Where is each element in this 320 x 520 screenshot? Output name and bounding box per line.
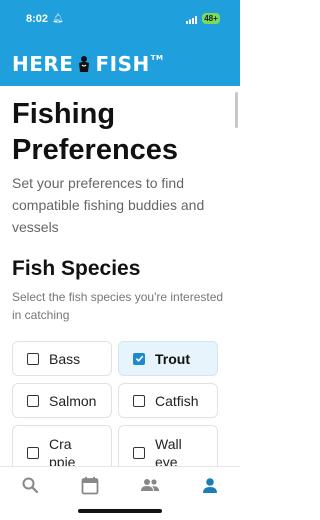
checkbox[interactable] — [133, 394, 145, 407]
home-indicator[interactable] — [78, 509, 162, 513]
status-time: 8:02 — [26, 13, 49, 25]
option-label: Catfish — [155, 392, 199, 409]
option-catfish[interactable]: Catfish — [118, 383, 218, 418]
app-header: 8:02 🔔︎ 48+ HERE FISH TM — [0, 0, 240, 86]
option-bass[interactable]: Bass — [12, 341, 112, 376]
tab-community[interactable] — [139, 475, 161, 495]
checkbox[interactable] — [27, 447, 39, 459]
checkbox[interactable] — [27, 394, 39, 407]
option-trout[interactable]: Trout — [118, 341, 218, 376]
page-subtitle: Set your preferences to find compatible … — [12, 175, 205, 235]
option-salmon[interactable]: Salmon — [12, 383, 112, 418]
logo-trademark: TM — [150, 54, 164, 62]
checkbox-checked[interactable] — [133, 352, 145, 365]
tab-search[interactable] — [19, 475, 41, 495]
tab-profile[interactable] — [199, 475, 221, 495]
people-icon — [141, 479, 159, 491]
status-bar: 8:02 🔔︎ 48+ — [0, 10, 240, 28]
logo-text-right: FISH — [95, 52, 150, 76]
page-title: Fishing Preferences — [12, 98, 179, 166]
search-icon — [22, 477, 39, 494]
option-label: Bass — [49, 350, 81, 367]
scrollbar[interactable] — [235, 92, 238, 128]
check-icon — [135, 355, 143, 363]
calendar-icon — [81, 476, 99, 494]
fish-species-title: Fish Species — [12, 257, 141, 280]
fish-species-subtitle: Select the fish species you're intereste… — [12, 290, 224, 322]
option-label: Salmon — [49, 392, 97, 409]
preferences-content: Fishing Preferences Set your preferences… — [12, 96, 228, 324]
signal-icon — [186, 16, 197, 24]
battery-indicator: 48+ — [202, 13, 220, 24]
profile-icon — [203, 477, 217, 493]
fisherman-icon — [79, 56, 90, 72]
checkbox[interactable] — [133, 447, 145, 459]
logo-text-left: HERE — [12, 52, 74, 76]
checkbox[interactable] — [27, 352, 39, 365]
option-label: Trout — [155, 350, 190, 367]
notification-icon: 🔔︎ — [52, 13, 64, 23]
app-logo: HERE FISH TM — [12, 52, 163, 76]
tab-calendar[interactable] — [79, 475, 101, 495]
